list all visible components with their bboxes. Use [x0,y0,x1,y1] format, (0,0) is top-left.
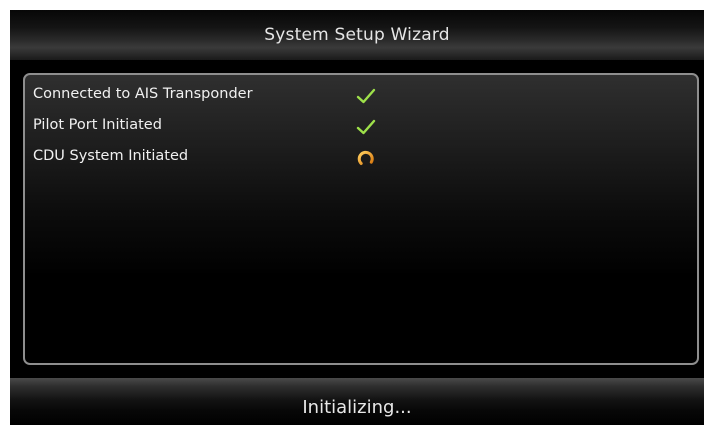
window-title: System Setup Wizard [264,25,450,45]
status-panel: Connected to AIS Transponder Pilot Port … [23,73,699,365]
title-bar: System Setup Wizard [10,10,704,60]
footer-status-bar: Initializing... [10,378,704,425]
status-label: CDU System Initiated [33,148,189,164]
status-row-ais-transponder: Connected to AIS Transponder [33,83,433,109]
checkmark-icon [355,116,377,138]
checkmark-icon [355,85,377,107]
status-row-cdu-system: CDU System Initiated [33,145,433,171]
status-row-pilot-port: Pilot Port Initiated [33,114,433,140]
footer-status-text: Initializing... [302,397,412,418]
loading-spinner-icon [355,147,377,169]
status-label: Connected to AIS Transponder [33,86,253,102]
status-label: Pilot Port Initiated [33,117,162,133]
wizard-screen: System Setup Wizard Connected to AIS Tra… [10,10,704,425]
